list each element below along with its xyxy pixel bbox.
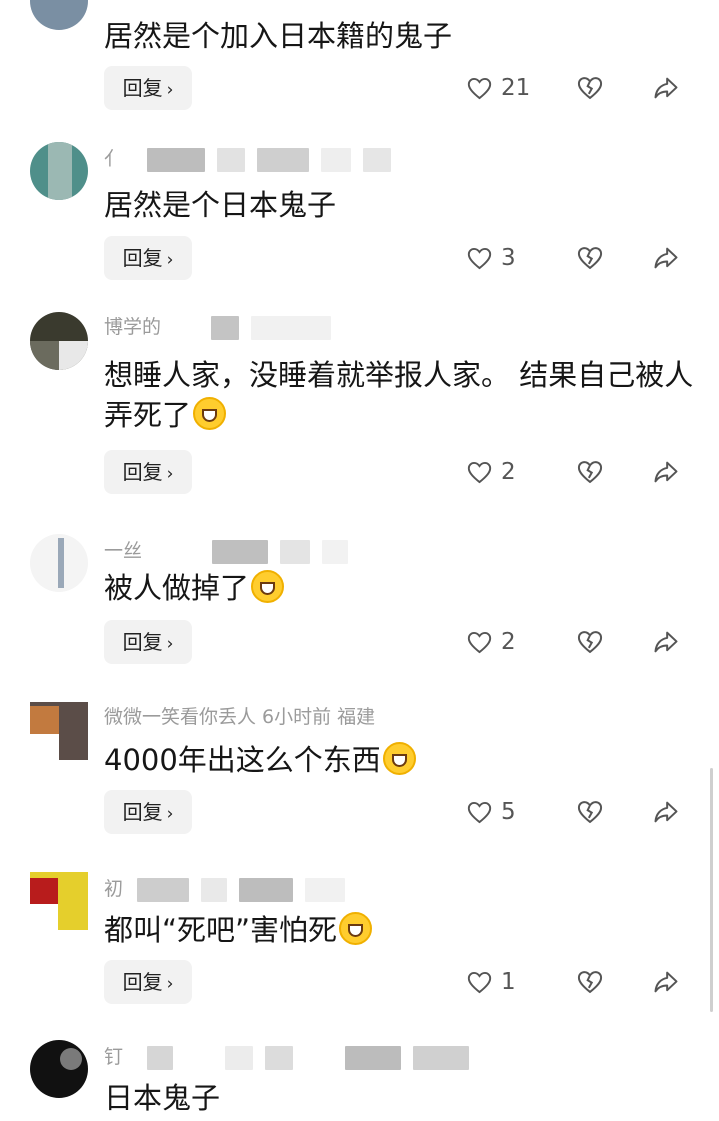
comment-meta: 一丝 [104,536,360,566]
avatar[interactable] [30,1040,88,1098]
scrollbar[interactable] [710,768,713,1012]
broken-heart-icon[interactable] [576,458,604,486]
comment-meta: 初 [104,874,357,904]
like-count: 1 [501,969,516,995]
heart-icon [467,971,492,993]
broken-heart-icon[interactable] [576,74,604,102]
comment-actions: 回复 › 1 [104,960,694,1004]
comment-meta: 亻 [104,144,403,174]
avatar[interactable] [30,312,88,370]
avatar[interactable] [30,872,88,930]
reply-button[interactable]: 回复 › [104,66,192,110]
comment-text: 居然是个加入日本籍的鬼子 [104,19,453,53]
like-count: 5 [501,799,516,825]
comment-text: 想睡人家，没睡着就举报人家。 结果自己被人弄死了 [104,358,694,432]
share-arrow-icon[interactable] [652,798,680,826]
like-button[interactable]: 3 [466,236,516,280]
like-button[interactable]: 1 [466,960,516,1004]
laughing-crying-emoji [382,742,416,775]
comment-actions: 回复 › 3 [104,236,694,280]
heart-icon [467,801,492,823]
reply-button[interactable]: 回复 › [104,450,192,494]
comment-text: 日本鬼子 [104,1081,221,1115]
comment-text: 都叫“死吧”害怕死 [104,910,684,950]
avatar[interactable] [30,0,88,30]
comment-text: 居然是个日本鬼子 [104,188,337,222]
broken-heart-icon[interactable] [576,244,604,272]
broken-heart-icon[interactable] [576,628,604,656]
comment-text: 被人做掉了 [104,568,684,608]
like-button[interactable]: 2 [466,450,516,494]
share-arrow-icon[interactable] [652,628,680,656]
grinning-emoji [193,397,227,430]
heart-icon [467,461,492,483]
comment-actions: 回复 › 21 [104,66,694,110]
heart-icon [467,247,492,269]
share-arrow-icon[interactable] [652,244,680,272]
like-count: 21 [501,75,531,101]
heart-icon [467,77,492,99]
avatar[interactable] [30,702,88,760]
share-arrow-icon[interactable] [652,968,680,996]
laughing-crying-emoji [339,912,373,945]
reply-button[interactable]: 回复 › [104,236,192,280]
like-count: 2 [501,629,516,655]
comment-actions: 回复 › 5 [104,790,694,834]
comment-actions: 回复 › 2 [104,620,694,664]
heart-icon [467,631,492,653]
like-button[interactable]: 5 [466,790,516,834]
broken-heart-icon[interactable] [576,798,604,826]
comment-text: 4000年出这么个东西 [104,740,684,780]
share-arrow-icon[interactable] [652,458,680,486]
avatar[interactable] [30,534,88,592]
broken-heart-icon[interactable] [576,968,604,996]
reply-button[interactable]: 回复 › [104,790,192,834]
like-count: 3 [501,245,516,271]
share-arrow-icon[interactable] [652,74,680,102]
like-button[interactable]: 2 [466,620,516,664]
comment-meta: 钉 [104,1042,481,1072]
reply-button[interactable]: 回复 › [104,620,192,664]
laughing-crying-emoji [251,570,285,603]
reply-button[interactable]: 回复 › [104,960,192,1004]
comment-meta: 微微一笑看你丢人 6小时前 福建 [104,706,376,728]
like-button[interactable]: 21 [466,66,530,110]
comment-actions: 回复 › 2 [104,450,694,494]
avatar[interactable] [30,142,88,200]
like-count: 2 [501,459,516,485]
comment-meta: 博学的 [104,312,343,342]
